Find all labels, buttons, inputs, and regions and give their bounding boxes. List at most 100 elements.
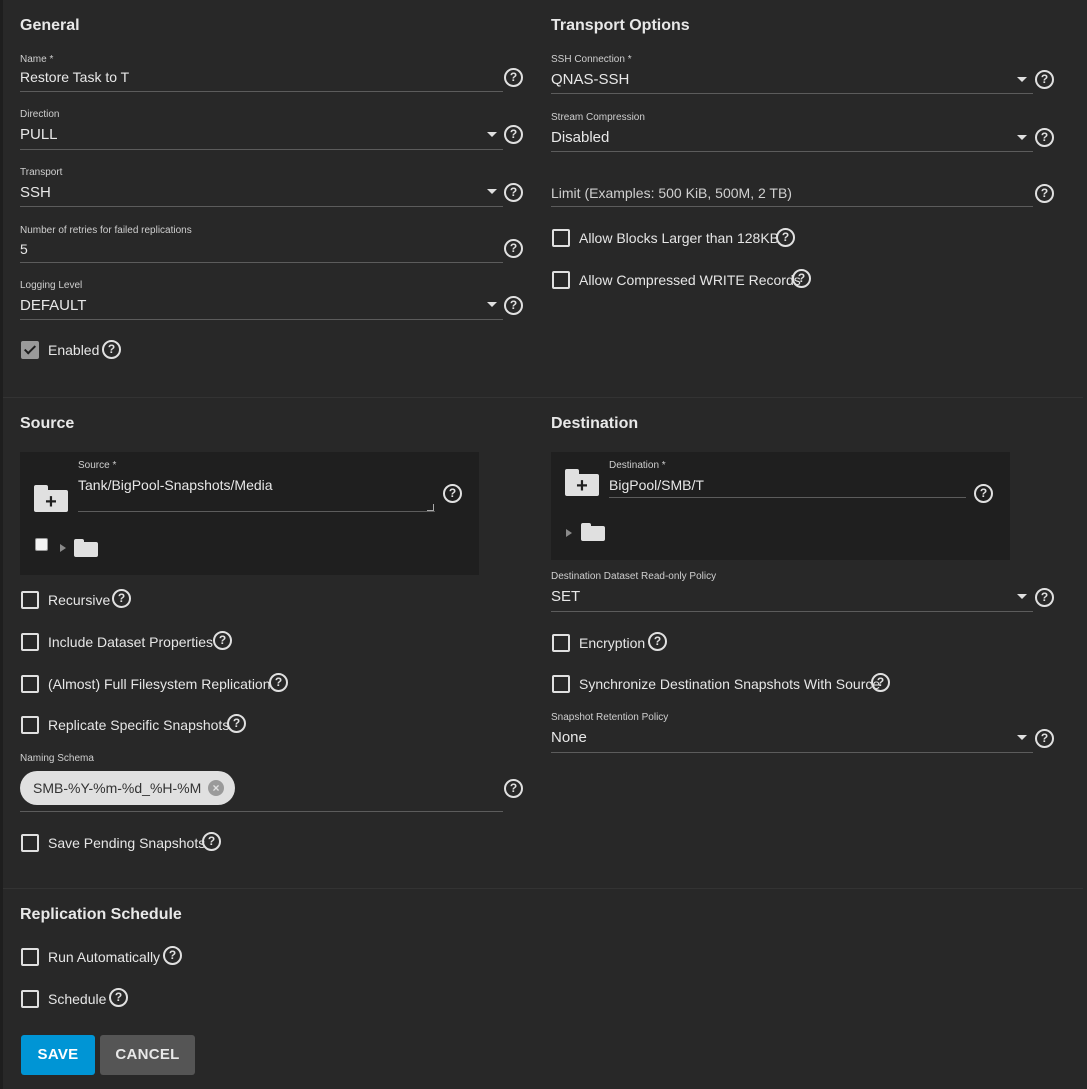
readonly-help-icon[interactable]: ? — [1035, 588, 1054, 607]
source-help-icon[interactable]: ? — [443, 484, 462, 503]
sync-snapshots-help-icon[interactable]: ? — [871, 673, 890, 692]
limit-help-icon[interactable]: ? — [1035, 184, 1054, 203]
name-label: Name * — [20, 54, 54, 65]
specific-snapshots-help-icon[interactable]: ? — [227, 714, 246, 733]
compression-chevron-down-icon[interactable] — [1017, 135, 1027, 140]
recursive-help-icon[interactable]: ? — [112, 589, 131, 608]
large-blocks-checkbox-row[interactable]: Allow Blocks Larger than 128KB — [552, 229, 812, 249]
transport-value: SSH — [20, 184, 51, 201]
ssh-help-icon[interactable]: ? — [1035, 70, 1054, 89]
compressed-write-help-icon[interactable]: ? — [792, 269, 811, 288]
destination-field[interactable]: Destination * BigPool/SMB/T — [609, 460, 966, 498]
source-folder-icon[interactable] — [74, 539, 98, 557]
full-fs-help-icon[interactable]: ? — [269, 673, 288, 692]
direction-underline — [20, 149, 503, 150]
retries-input[interactable]: 5 — [20, 241, 28, 257]
destination-folder-plus-icon[interactable]: + — [565, 469, 599, 496]
source-field[interactable]: Source * Tank/BigPool-Snapshots/Media — [78, 460, 435, 512]
transport-options-title: Transport Options — [551, 17, 690, 34]
source-tree-expand-icon[interactable] — [60, 544, 66, 552]
retention-help-icon[interactable]: ? — [1035, 729, 1054, 748]
full-fs-checkbox-row[interactable]: (Almost) Full Filesystem Replication — [21, 675, 311, 695]
run-auto-checkbox-row[interactable]: Run Automatically — [21, 948, 221, 968]
dataset-props-checkbox[interactable] — [21, 633, 39, 651]
sync-snapshots-checkbox-row[interactable]: Synchronize Destination Snapshots With S… — [552, 675, 912, 695]
save-pending-checkbox-row[interactable]: Save Pending Snapshots — [21, 834, 261, 854]
logging-level-select[interactable]: Logging Level DEFAULT — [20, 280, 503, 320]
transport-help-icon[interactable]: ? — [504, 183, 523, 202]
naming-schema-help-icon[interactable]: ? — [504, 779, 523, 798]
run-auto-help-icon[interactable]: ? — [163, 946, 182, 965]
retries-label: Number of retries for failed replication… — [20, 225, 192, 236]
transport-chevron-down-icon[interactable] — [487, 189, 497, 194]
sync-snapshots-checkbox[interactable] — [552, 675, 570, 693]
destination-tree-expand-icon[interactable] — [566, 529, 572, 537]
enabled-checkbox-row[interactable]: Enabled — [21, 341, 221, 361]
recursive-checkbox[interactable] — [21, 591, 39, 609]
naming-schema-chip[interactable]: SMB-%Y-%m-%d_%H-%M × — [20, 771, 235, 805]
full-fs-checkbox[interactable] — [21, 675, 39, 693]
schedule-help-icon[interactable]: ? — [109, 988, 128, 1007]
name-help-icon[interactable]: ? — [504, 68, 523, 87]
enabled-label: Enabled — [48, 342, 100, 358]
readonly-label: Destination Dataset Read-only Policy — [551, 571, 717, 582]
enabled-help-icon[interactable]: ? — [102, 340, 121, 359]
transport-label: Transport — [20, 167, 63, 178]
retries-field[interactable]: Number of retries for failed replication… — [20, 225, 503, 263]
naming-schema-label: Naming Schema — [20, 753, 94, 764]
schedule-checkbox-row[interactable]: Schedule — [21, 990, 181, 1010]
save-pending-label: Save Pending Snapshots — [48, 835, 206, 851]
stream-compression-select[interactable]: Stream Compression Disabled — [551, 112, 1033, 152]
ssh-connection-select[interactable]: SSH Connection * QNAS-SSH — [551, 54, 1033, 94]
direction-help-icon[interactable]: ? — [504, 125, 523, 144]
retention-policy-select[interactable]: Snapshot Retention Policy None — [551, 712, 1033, 753]
direction-chevron-down-icon[interactable] — [487, 132, 497, 137]
encryption-checkbox[interactable] — [552, 634, 570, 652]
direction-select[interactable]: Direction PULL — [20, 109, 503, 150]
compression-help-icon[interactable]: ? — [1035, 128, 1054, 147]
source-folder-plus-icon[interactable]: + — [34, 485, 68, 512]
readonly-value: SET — [551, 588, 581, 605]
save-pending-checkbox[interactable] — [21, 834, 39, 852]
limit-input[interactable]: Limit (Examples: 500 KiB, 500M, 2 TB) — [551, 183, 1033, 207]
destination-input[interactable]: BigPool/SMB/T — [609, 477, 704, 493]
retention-chevron-down-icon[interactable] — [1017, 735, 1027, 740]
source-input[interactable]: Tank/BigPool-Snapshots/Media — [78, 477, 273, 493]
readonly-policy-select[interactable]: Destination Dataset Read-only Policy SET — [551, 571, 1033, 612]
dataset-props-help-icon[interactable]: ? — [213, 631, 232, 650]
source-tree-checkbox[interactable] — [35, 538, 48, 551]
large-blocks-help-icon[interactable]: ? — [776, 228, 795, 247]
retries-help-icon[interactable]: ? — [504, 239, 523, 258]
logging-label: Logging Level — [20, 280, 83, 291]
logging-chevron-down-icon[interactable] — [487, 302, 497, 307]
destination-folder-icon[interactable] — [581, 523, 605, 541]
cancel-button[interactable]: CANCEL — [100, 1035, 195, 1075]
save-button[interactable]: SAVE — [21, 1035, 95, 1075]
compressed-write-label: Allow Compressed WRITE Records — [579, 272, 801, 288]
name-field[interactable]: Name * Restore Task to T — [20, 54, 503, 92]
schedule-checkbox[interactable] — [21, 990, 39, 1008]
encryption-help-icon[interactable]: ? — [648, 632, 667, 651]
transport-select[interactable]: Transport SSH — [20, 167, 503, 207]
specific-snapshots-label: Replicate Specific Snapshots — [48, 717, 230, 733]
save-pending-help-icon[interactable]: ? — [202, 832, 221, 851]
name-input[interactable]: Restore Task to T — [20, 69, 129, 85]
textarea-resize-icon[interactable] — [427, 504, 434, 511]
run-auto-checkbox[interactable] — [21, 948, 39, 966]
destination-help-icon[interactable]: ? — [974, 484, 993, 503]
specific-snapshots-checkbox[interactable] — [21, 716, 39, 734]
left-edge — [0, 0, 3, 1089]
compression-value: Disabled — [551, 129, 610, 146]
section-divider-1 — [3, 397, 1083, 398]
compressed-write-checkbox-row[interactable]: Allow Compressed WRITE Records — [552, 271, 812, 291]
compressed-write-checkbox[interactable] — [552, 271, 570, 289]
readonly-chevron-down-icon[interactable] — [1017, 594, 1027, 599]
chip-remove-close-circle-icon[interactable]: × — [208, 780, 224, 796]
large-blocks-checkbox[interactable] — [552, 229, 570, 247]
ssh-chevron-down-icon[interactable] — [1017, 77, 1027, 82]
logging-help-icon[interactable]: ? — [504, 296, 523, 315]
enabled-checkbox[interactable] — [21, 341, 39, 359]
destination-label: Destination * — [609, 460, 666, 471]
readonly-underline — [551, 611, 1033, 612]
section-divider-2 — [3, 888, 1083, 889]
